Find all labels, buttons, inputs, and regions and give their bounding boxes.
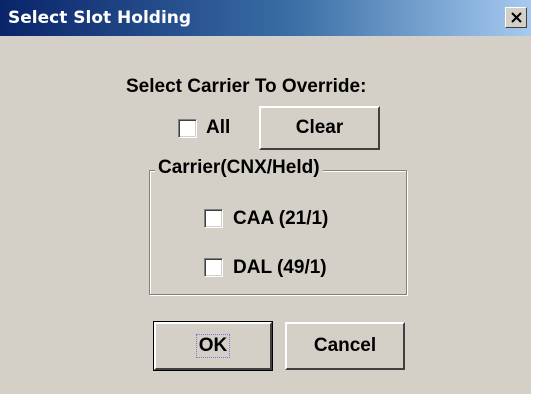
close-icon [511, 12, 522, 23]
title-bar[interactable]: Select Slot Holding [0, 0, 531, 36]
carrier-checkbox-caa[interactable] [204, 209, 223, 228]
close-button[interactable] [505, 7, 527, 28]
carrier-label-caa: CAA (21/1) [233, 208, 329, 229]
slot-holding-dialog: Select Slot Holding Select Carrier To Ov… [0, 0, 533, 396]
window-title: Select Slot Holding [8, 8, 192, 28]
carrier-checkbox-dal[interactable] [204, 258, 223, 277]
ok-button-label: OK [195, 334, 231, 358]
clear-button[interactable]: Clear [259, 106, 380, 150]
all-checkbox[interactable] [178, 119, 197, 138]
all-checkbox-label: All [206, 117, 231, 138]
override-prompt: Select Carrier To Override: [126, 76, 367, 97]
carrier-group-legend: Carrier(CNX/Held) [155, 157, 323, 179]
cancel-button[interactable]: Cancel [285, 322, 405, 370]
ok-button[interactable]: OK [153, 321, 273, 371]
carrier-label-dal: DAL (49/1) [233, 257, 327, 278]
